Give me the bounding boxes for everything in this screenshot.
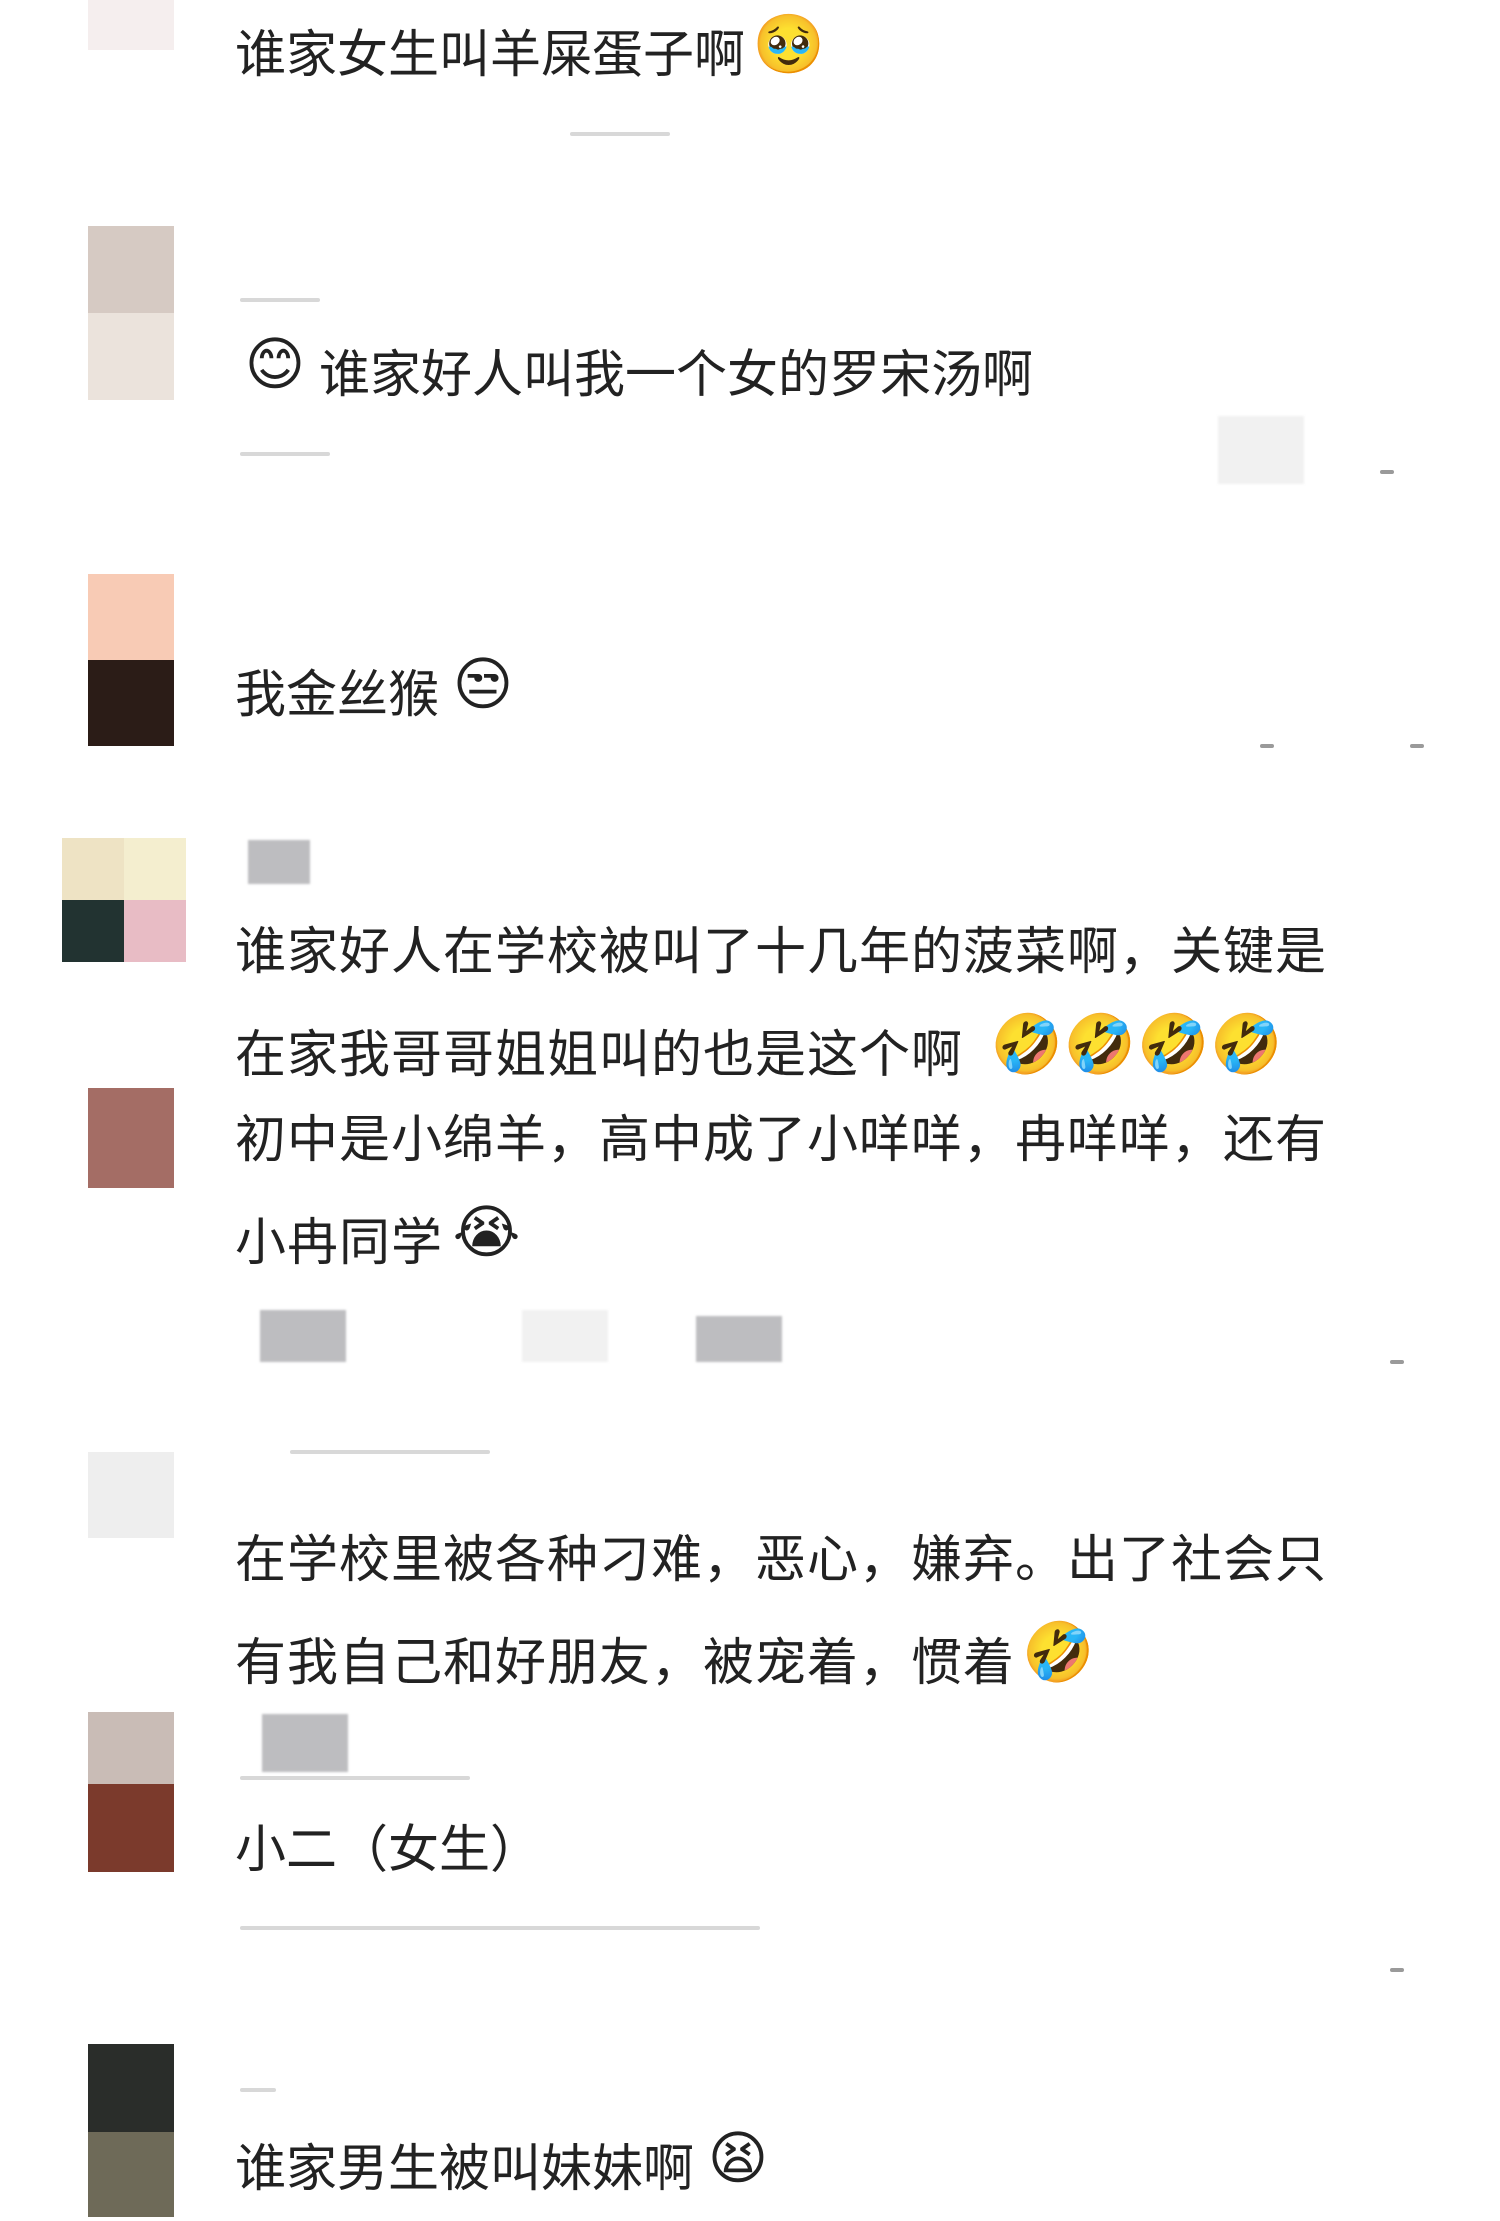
avatar-block	[124, 900, 186, 962]
tired-face-icon: 😫	[707, 2124, 769, 2192]
avatar-block	[88, 660, 174, 746]
crying-face-icon: 🥹	[752, 10, 826, 78]
rolling-laughing-icon: 🤣	[1022, 1618, 1096, 1686]
more-icon[interactable]	[1390, 1360, 1404, 1364]
more-icon[interactable]	[1410, 744, 1424, 748]
smiling-face-icon: 😊	[244, 330, 306, 398]
redacted-username	[248, 840, 310, 884]
redacted-username	[290, 1450, 490, 1454]
comment-text: 谁家男生被叫妹妹啊 😫	[235, 2118, 778, 2220]
avatar[interactable]	[88, 1452, 174, 1538]
redacted-meta	[696, 1316, 782, 1362]
comment-text: 谁家女生叫羊屎蛋子啊 🥹	[235, 4, 829, 106]
avatar-block	[88, 2132, 174, 2217]
avatar-block	[62, 900, 124, 962]
avatar-block	[88, 2044, 174, 2132]
redacted-username	[262, 1714, 348, 1772]
redacted-username	[260, 1310, 346, 1362]
comment-text: 😊 谁家好人叫我一个女的罗宋汤啊	[235, 324, 1033, 426]
redacted-username	[240, 2088, 276, 2092]
avatar[interactable]	[88, 0, 174, 50]
redacted-meta	[240, 452, 330, 456]
avatar[interactable]	[88, 1712, 174, 1872]
avatar-block	[62, 838, 124, 900]
avatar-block	[88, 226, 174, 313]
redacted-meta	[522, 1310, 608, 1362]
unamused-face-icon: 😒	[452, 650, 514, 718]
comment-text: 在学校里被各种刁难，恶心，嫌弃。出了社会只 有我自己和好朋友，被宠着，惯着 🤣	[235, 1531, 1328, 1693]
redacted-username	[240, 298, 320, 302]
comment-text: 小二（女生）	[235, 1821, 542, 1880]
avatar[interactable]	[88, 574, 174, 746]
comment-text: 初中是小绵羊，高中成了小咩咩，冉咩咩，还有 小冉同学 😭	[235, 1111, 1328, 1273]
more-icon[interactable]	[1380, 470, 1394, 474]
more-icon[interactable]	[1260, 744, 1274, 748]
avatar-block	[88, 313, 174, 400]
loudly-crying-icon: 😭	[452, 1198, 522, 1266]
comment-text: 谁家好人在学校被叫了十几年的菠菜啊，关键是 在家我哥哥姐姐叫的也是这个啊 🤣🤣🤣🤣	[235, 923, 1328, 1085]
redacted-meta	[570, 132, 670, 136]
avatar-block	[88, 1088, 174, 1188]
avatar-block	[88, 1784, 174, 1872]
redacted-like-count[interactable]	[1218, 416, 1304, 484]
avatar-block	[88, 1452, 174, 1538]
avatar[interactable]	[62, 838, 186, 962]
redacted-meta	[240, 1776, 470, 1780]
avatar-block	[88, 0, 174, 50]
avatar-block	[88, 1712, 174, 1784]
comment-text: 我金丝猴 😒	[235, 644, 523, 746]
avatar-block	[124, 838, 186, 900]
rolling-laughing-icon: 🤣🤣🤣🤣	[990, 1010, 1284, 1078]
avatar-block	[88, 574, 174, 660]
avatar[interactable]	[88, 2044, 174, 2217]
avatar[interactable]	[88, 1088, 174, 1188]
more-icon[interactable]	[1390, 1968, 1404, 1972]
redacted-meta	[240, 1926, 760, 1930]
avatar[interactable]	[88, 226, 174, 400]
